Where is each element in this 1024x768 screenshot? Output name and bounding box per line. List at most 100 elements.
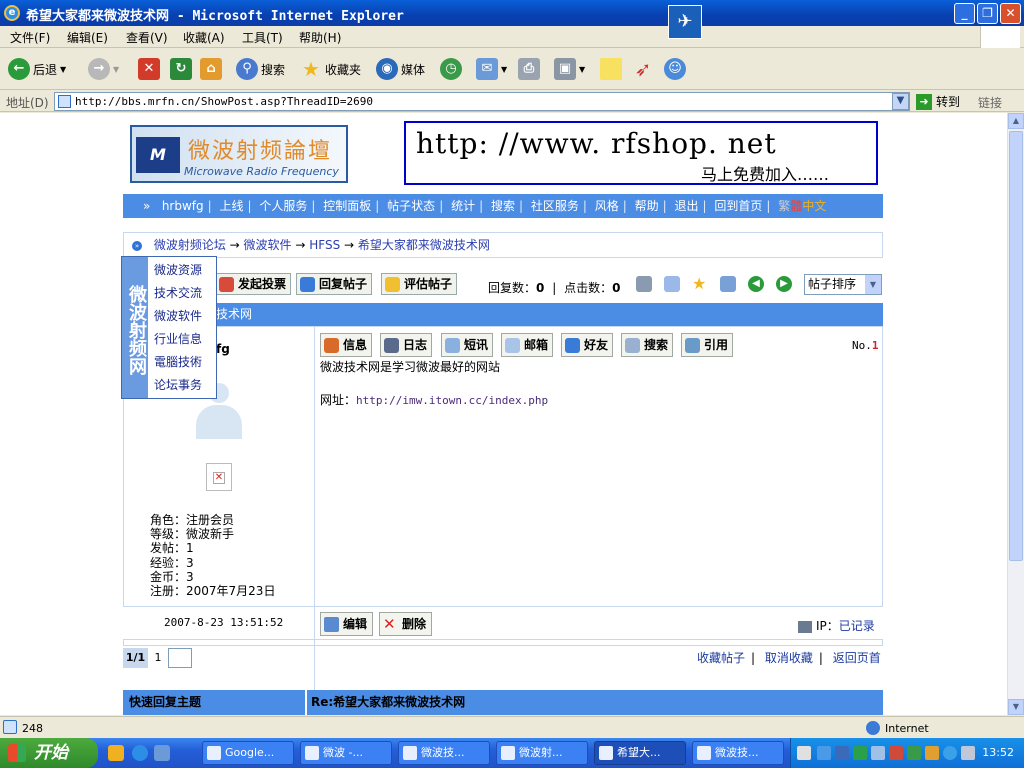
breadcrumb-thread[interactable]: 希望大家都来微波技术网 bbox=[358, 238, 490, 252]
menu-item-affairs[interactable]: 论坛事务 bbox=[154, 376, 202, 393]
nav-community[interactable]: 社区服务 bbox=[531, 194, 579, 218]
breadcrumb-software[interactable]: 微波软件 bbox=[244, 238, 292, 252]
task-google[interactable]: Google... bbox=[202, 741, 294, 765]
search-button[interactable]: ⚲ 搜索 bbox=[236, 56, 285, 82]
start-button[interactable]: 开始 bbox=[0, 738, 98, 768]
pager-page-1[interactable]: 1 bbox=[148, 651, 168, 664]
email-button[interactable]: 邮箱 bbox=[501, 333, 554, 357]
minimize-button[interactable]: _ bbox=[954, 3, 975, 24]
chat-icon[interactable] bbox=[720, 276, 736, 292]
nav-help[interactable]: 帮助 bbox=[635, 194, 659, 218]
tray-icon[interactable] bbox=[871, 746, 885, 760]
volume-icon[interactable] bbox=[961, 746, 975, 760]
delete-post-button[interactable]: ✕ 删除 bbox=[379, 612, 433, 636]
breadcrumb-forum[interactable]: 微波射频论坛 bbox=[154, 238, 226, 252]
scroll-up-icon[interactable]: ▲ bbox=[1008, 113, 1024, 129]
contacts-button[interactable]: ☺ bbox=[664, 56, 686, 82]
nav-personal[interactable]: 个人服务 bbox=[259, 194, 307, 218]
mail-button[interactable]: ✉ ▼ bbox=[476, 56, 507, 82]
friend-button[interactable]: 好友 bbox=[561, 333, 614, 357]
blog-button[interactable]: 日志 bbox=[380, 333, 433, 357]
rate-button[interactable]: 评估帖子 bbox=[381, 273, 458, 295]
nav-user[interactable]: hrbwfg bbox=[162, 194, 204, 218]
forward-button[interactable]: → ▼ bbox=[88, 56, 119, 82]
menu-item-software[interactable]: 微波软件 bbox=[154, 307, 202, 324]
post-url-link[interactable]: http://imw.itown.cc/index.php bbox=[356, 394, 548, 407]
menu-item-computer[interactable]: 電腦技術 bbox=[154, 353, 202, 370]
nav-control-panel[interactable]: 控制面板 bbox=[323, 194, 371, 218]
vertical-scrollbar[interactable]: ▲ ▼ bbox=[1007, 113, 1024, 715]
address-dropdown-button[interactable]: ▼ bbox=[892, 93, 909, 110]
edit-post-button[interactable]: 编辑 bbox=[320, 612, 374, 636]
go-button[interactable]: ➜ 转到 bbox=[916, 93, 960, 110]
menu-item-industry[interactable]: 行业信息 bbox=[154, 330, 202, 347]
back-to-top-link[interactable]: 返回页首 bbox=[833, 651, 881, 665]
stop-button[interactable]: ✕ bbox=[138, 56, 160, 82]
history-button[interactable]: ◷ bbox=[440, 56, 462, 82]
menu-edit[interactable]: 编辑(E) bbox=[67, 29, 108, 46]
tray-icon[interactable] bbox=[797, 746, 811, 760]
nav-logout[interactable]: 退出 bbox=[675, 194, 699, 218]
quicklaunch-ie-icon[interactable] bbox=[132, 745, 148, 761]
post-search-button[interactable]: 搜索 bbox=[621, 333, 674, 357]
author-name[interactable]: fg bbox=[216, 342, 230, 356]
task-microwave-3[interactable]: 微波技... bbox=[692, 741, 784, 765]
menu-help[interactable]: 帮助(H) bbox=[299, 29, 341, 46]
nav-home[interactable]: 回到首页 bbox=[714, 194, 762, 218]
tray-icon[interactable] bbox=[925, 746, 939, 760]
breadcrumb-hfss[interactable]: HFSS bbox=[309, 238, 340, 252]
close-button[interactable]: ✕ bbox=[1000, 3, 1021, 24]
quote-button[interactable]: 引用 bbox=[681, 333, 734, 357]
menu-item-tech[interactable]: 技术交流 bbox=[154, 284, 202, 301]
favorites-button[interactable]: ★ 收藏夹 bbox=[300, 56, 361, 82]
media-button[interactable]: ◉ 媒体 bbox=[376, 56, 425, 82]
menu-file[interactable]: 文件(F) bbox=[10, 29, 50, 46]
back-button[interactable]: ← 后退 ▼ bbox=[8, 56, 66, 82]
nav-lang[interactable]: 繁體中文 bbox=[778, 194, 826, 218]
address-input[interactable]: http://bbs.mrfn.cn/ShowPost.asp?ThreadID… bbox=[54, 92, 910, 111]
tray-icon[interactable] bbox=[817, 746, 831, 760]
tray-icon[interactable] bbox=[853, 746, 867, 760]
task-microwave-rf[interactable]: 微波射... bbox=[496, 741, 588, 765]
messenger-button[interactable]: ➶ bbox=[632, 56, 654, 82]
nav-stats[interactable]: 统计 bbox=[451, 194, 475, 218]
edit-button[interactable]: ▣ ▼ bbox=[554, 56, 585, 82]
task-microwave-2[interactable]: 微波技... bbox=[398, 741, 490, 765]
links-button[interactable]: 链接 bbox=[978, 94, 1002, 111]
nav-online[interactable]: 上线 bbox=[220, 194, 244, 218]
menu-view[interactable]: 查看(V) bbox=[126, 29, 168, 46]
scroll-thumb[interactable] bbox=[1009, 131, 1023, 561]
site-logo[interactable]: M 微波射频論壇 Microwave Radio Frequency bbox=[130, 125, 348, 183]
tray-icon[interactable] bbox=[907, 746, 921, 760]
nav-search[interactable]: 搜索 bbox=[491, 194, 515, 218]
task-microwave-1[interactable]: 微波 -... bbox=[300, 741, 392, 765]
quicklaunch-media-icon[interactable] bbox=[108, 745, 124, 761]
home-button[interactable]: ⌂ bbox=[200, 56, 222, 82]
pager-jump-input[interactable] bbox=[168, 648, 192, 668]
ip-link[interactable]: 已记录 bbox=[839, 619, 875, 633]
print-icon[interactable] bbox=[636, 276, 652, 292]
tray-icon[interactable] bbox=[889, 746, 903, 760]
sort-select[interactable]: 帖子排序 ▼ bbox=[804, 274, 882, 295]
prev-arrow-icon[interactable]: ◀ bbox=[748, 276, 764, 292]
menu-favorites[interactable]: 收藏(A) bbox=[183, 29, 225, 46]
quicklaunch-desktop-icon[interactable] bbox=[154, 745, 170, 761]
tray-icon[interactable] bbox=[943, 746, 957, 760]
note-button[interactable] bbox=[600, 56, 622, 82]
fav-remove-link[interactable]: 取消收藏 bbox=[765, 651, 813, 665]
menu-tools[interactable]: 工具(T) bbox=[242, 29, 283, 46]
ad-banner[interactable]: http: //www. rfshop. net 马上免费加入…… bbox=[404, 121, 878, 185]
refresh-button[interactable]: ↻ bbox=[170, 56, 192, 82]
mail-icon[interactable] bbox=[664, 276, 680, 292]
message-button[interactable]: 短讯 bbox=[441, 333, 494, 357]
new-poll-button[interactable]: 发起投票 bbox=[215, 273, 292, 295]
tray-icon[interactable] bbox=[835, 746, 849, 760]
menu-item-resources[interactable]: 微波资源 bbox=[154, 261, 202, 278]
scroll-down-icon[interactable]: ▼ bbox=[1008, 699, 1024, 715]
next-arrow-icon[interactable]: ▶ bbox=[776, 276, 792, 292]
maximize-button[interactable]: ❐ bbox=[977, 3, 998, 24]
fav-add-link[interactable]: 收藏帖子 bbox=[697, 651, 745, 665]
task-active-thread[interactable]: 希望大... bbox=[594, 741, 686, 765]
reply-button[interactable]: 回复帖子 bbox=[296, 273, 373, 295]
star-icon[interactable]: ★ bbox=[692, 276, 708, 292]
